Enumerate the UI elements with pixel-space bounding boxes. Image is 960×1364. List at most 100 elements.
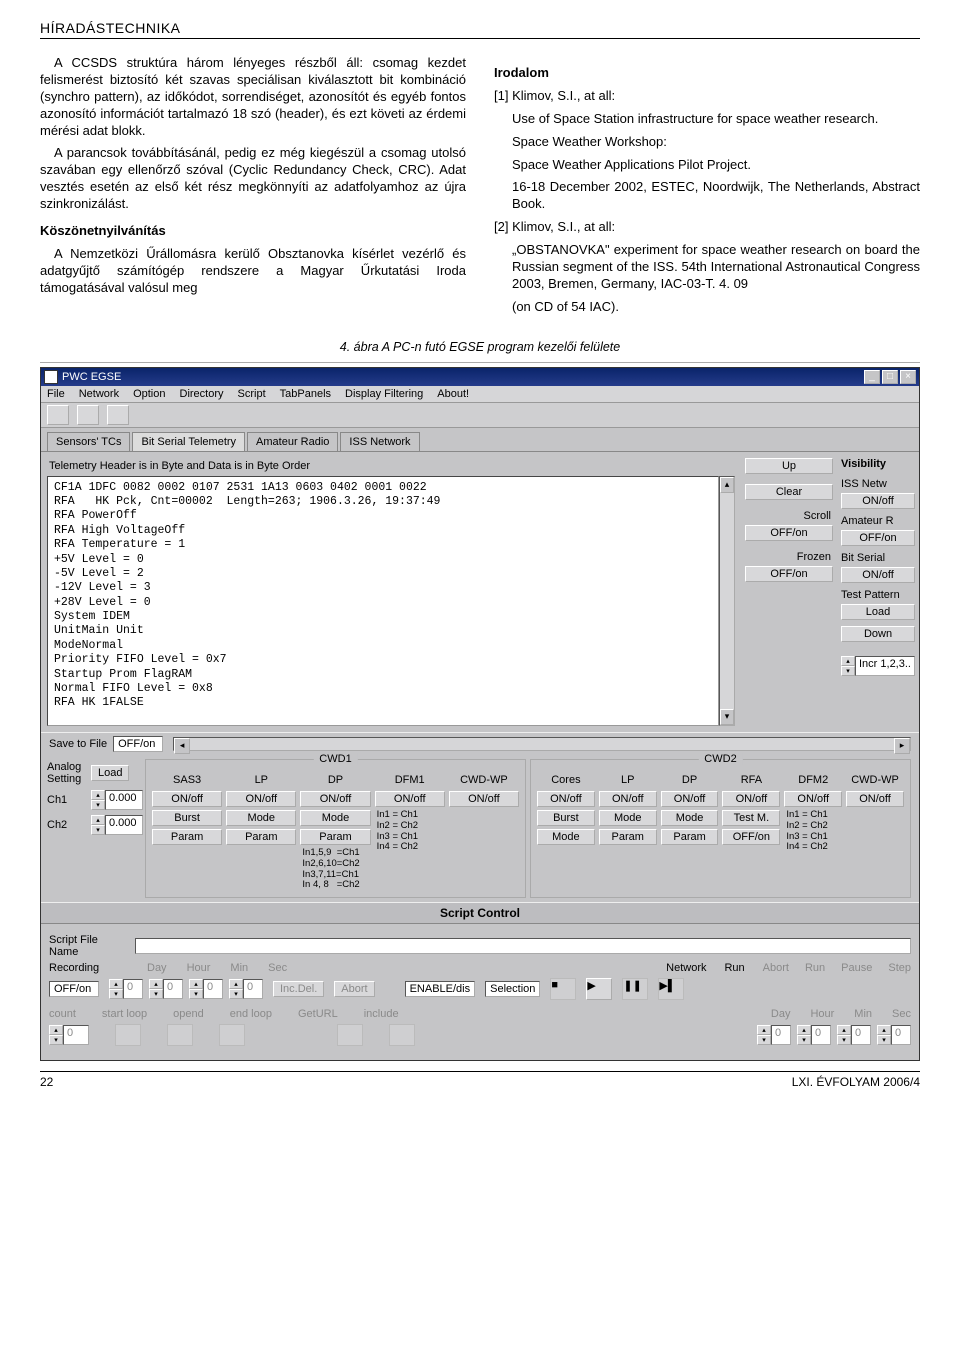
ref-1-a: [1] Klimov, S.I., at all: [494,88,920,105]
spin-down-icon[interactable]: ▾ [841,666,855,676]
egse-window: PWC EGSE _ □ × File Network Option Director… [40,367,920,1062]
play-abort-button[interactable]: ■ [550,978,576,1000]
abort-rec-button[interactable]: Abort [334,981,374,997]
save-value[interactable]: OFF/on [113,736,163,752]
cwd2cols-testm-3[interactable]: OFF/on [722,829,780,845]
menu-displayfiltering[interactable]: Display Filtering [345,388,423,400]
page-number: 22 [40,1075,53,1089]
toolbar-btn-1[interactable] [47,405,69,425]
tab-2[interactable]: Amateur Radio [247,432,338,451]
menubar[interactable]: File Network Option Directory Script TabPanel… [41,386,919,403]
run-value[interactable]: Selection [485,981,540,997]
cwd1cols-b1-0[interactable]: ON/off [152,791,222,807]
cwd1cols-b2-1[interactable]: Mode [226,810,296,826]
cwd1cols-b3-2[interactable]: Param [300,829,370,845]
menu-script[interactable]: Script [238,388,266,400]
cwd2cols-b3-3[interactable]: Test M. [722,810,780,826]
vis-button-3[interactable]: Load [841,604,915,620]
cwd2cols-head-1: LP [599,774,657,788]
cwd2cols-head-3: RFA [722,774,780,788]
analog-load-button[interactable]: Load [91,765,129,781]
vis-button-4[interactable]: Down [841,626,915,642]
cwd2cols-b1-3[interactable]: ON/off [722,791,780,807]
incr-value: Incr 1,2,3.. [855,656,915,676]
cwd1cols-info-2: In1,5,9 =Ch1 In2,6,10=Ch2 In3,7,11=Ch1 I… [300,848,370,892]
cwd1cols-b2-0[interactable]: Burst [152,810,222,826]
tab-0[interactable]: Sensors' TCs [47,432,130,451]
cwd1cols-head-4: CWD-WP [449,774,519,788]
toolbar-btn-2[interactable] [77,405,99,425]
side-button-2[interactable]: OFF/on [745,525,833,541]
cwd2cols-b2-2[interactable]: Mode [661,810,719,826]
cwd-row: Analog Setting Load Ch1 ▴▾0.000 Ch2 ▴▾0.… [41,755,919,903]
spin-up-icon[interactable]: ▴ [841,656,855,666]
vis-button-1[interactable]: OFF/on [841,530,915,546]
menu-about[interactable]: About! [437,388,469,400]
network-value[interactable]: ENABLE/dis [405,981,476,997]
ack-heading: Köszönetnyilvánítás [40,223,466,240]
cwd1cols-b1-4[interactable]: ON/off [449,791,519,807]
recording-value[interactable]: OFF/on [49,981,99,997]
menu-directory[interactable]: Directory [180,388,224,400]
close-button[interactable]: × [900,370,916,384]
minimize-button[interactable]: _ [864,370,880,384]
vis-button-0[interactable]: ON/off [841,493,915,509]
cwd2cols-b2-0[interactable]: Burst [537,810,595,826]
cwd2cols-b3-1[interactable]: Param [599,829,657,845]
incdel-button[interactable]: Inc.Del. [273,981,324,997]
timeheads1-1: Hour [187,962,211,974]
cwd1cols-b1-1[interactable]: ON/off [226,791,296,807]
cwd1cols-b3-1[interactable]: Param [226,829,296,845]
cwd1cols-head-3: DFM1 [375,774,445,788]
geturl-button[interactable] [337,1024,363,1046]
vis-label-2: Bit Serial [841,552,915,564]
endloop-button[interactable] [219,1024,245,1046]
cwd1cols-b3-0[interactable]: Param [152,829,222,845]
toolbar-btn-3[interactable] [107,405,129,425]
side-button-3[interactable]: OFF/on [745,566,833,582]
cwd2cols-b2-1[interactable]: Mode [599,810,657,826]
script-file-field[interactable] [135,938,911,954]
cwd2cols-b1-1[interactable]: ON/off [599,791,657,807]
cwd2cols-b1-2[interactable]: ON/off [661,791,719,807]
scroll-down-icon[interactable]: ▾ [720,709,734,725]
play-pause-button[interactable]: ❚❚ [622,978,648,1000]
tab-3[interactable]: ISS Network [340,432,419,451]
menu-file[interactable]: File [47,388,65,400]
cwd2cols-b1-4[interactable]: ON/off [784,791,842,807]
opend-button[interactable] [167,1024,193,1046]
ref-2-b: „OBSTANOVKA" experiment for space weathe… [494,242,920,293]
cwd2cols-b1-0[interactable]: ON/off [537,791,595,807]
side-button-0[interactable]: Up [745,458,833,474]
ref-1-d: Space Weather Applications Pilot Project… [494,157,920,174]
telemetry-panel: Telemetry Header is in Byte and Data is … [47,458,735,726]
include-button[interactable] [389,1024,415,1046]
cwd2cols-b1-5[interactable]: ON/off [846,791,904,807]
titlebar[interactable]: PWC EGSE _ □ × [41,368,919,386]
vis-button-2[interactable]: ON/off [841,567,915,583]
hscroll-right-icon[interactable]: ▸ [894,738,910,754]
cwd2cols-b3-2[interactable]: Param [661,829,719,845]
startloop-button[interactable] [115,1024,141,1046]
telemetry-scrollbar[interactable]: ▴ ▾ [719,476,735,726]
scroll-up-icon[interactable]: ▴ [720,477,734,493]
menu-network[interactable]: Network [79,388,119,400]
maximize-button[interactable]: □ [882,370,898,384]
hscroll-left-icon[interactable]: ◂ [174,738,190,754]
cwd1cols-b2-2[interactable]: Mode [300,810,370,826]
play-run-button[interactable]: ▶ [586,978,612,1000]
ch1-value[interactable]: 0.000 [105,790,143,810]
cwd2cols-b3-0[interactable]: Mode [537,829,595,845]
play-step-button[interactable]: ▶▌ [658,978,684,1000]
vis-label-0: ISS Netw [841,478,915,490]
menu-tabpanels[interactable]: TabPanels [280,388,331,400]
ref-2-c: (on CD of 54 IAC). [494,299,920,316]
cwd1cols-b1-2[interactable]: ON/off [300,791,370,807]
cwd2cols-head-0: Cores [537,774,595,788]
menu-option[interactable]: Option [133,388,165,400]
tab-1[interactable]: Bit Serial Telemetry [132,432,245,451]
ch2-value[interactable]: 0.000 [105,815,143,835]
cwd1cols-b1-3[interactable]: ON/off [375,791,445,807]
side-button-1[interactable]: Clear [745,484,833,500]
incr-spinner[interactable]: ▴▾ Incr 1,2,3.. [841,656,915,676]
